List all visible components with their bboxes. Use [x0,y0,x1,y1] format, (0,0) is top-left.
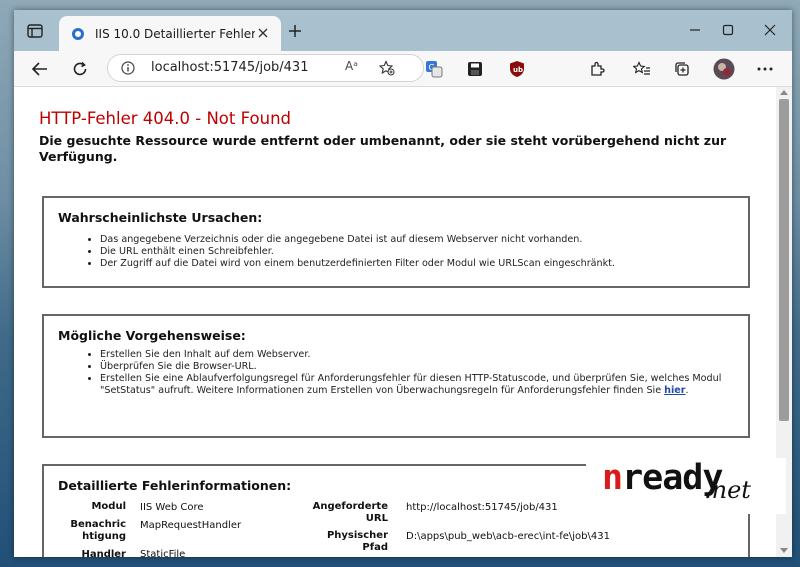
detail-key: Angeforderte URL [312,501,388,524]
list-item-end: . [685,385,689,396]
detail-key: Modul [91,501,126,512]
favorites-icon[interactable] [629,56,655,82]
actions-heading: Mögliche Vorgehensweise: [58,328,246,343]
scroll-up-icon[interactable] [780,90,788,95]
list-item: Das angegebene Verzeichnis oder die ange… [100,234,750,246]
more-menu-icon[interactable] [752,56,778,82]
detail-value: http://localhost:51745/job/431 [406,502,558,513]
detail-key: Handler [81,549,126,557]
url-text[interactable]: localhost:51745/job/431 [151,60,308,75]
address-bar[interactable]: localhost:51745/job/431 Aᵃ [107,54,424,82]
details-heading: Detaillierte Fehlerinformationen: [58,478,292,493]
causes-heading: Wahrscheinlichste Ursachen: [58,210,263,225]
error-subtitle: Die gesuchte Ressource wurde entfernt od… [39,133,727,164]
detail-key: Benachrichtigung [70,519,126,542]
ublock-icon[interactable]: ub [504,56,530,82]
close-window-icon[interactable] [756,18,784,42]
collections-icon[interactable] [669,56,695,82]
read-aloud-icon[interactable]: Aᵃ [345,59,358,73]
detail-value: IIS Web Core [140,502,204,513]
tab-title: IIS 10.0 Detaillierter Fehler - 404.0 - … [95,26,255,41]
watermark-logo: nready .net [586,458,786,514]
here-link[interactable]: hier [664,385,685,396]
svg-text:ub: ub [513,66,523,74]
detail-value: StaticFile [140,549,186,557]
globe-icon [72,27,84,40]
toolbar: localhost:51745/job/431 Aᵃ G ub [14,51,792,87]
list-item: Die URL enthält einen Schreibfehler. [100,246,750,258]
list-item: Überprüfen Sie die Browser-URL. [100,361,750,373]
watermark-suffix: .net [704,476,751,504]
causes-box: Wahrscheinlichste Ursachen: Das angegebe… [42,196,750,288]
scroll-thumb[interactable] [779,99,789,421]
profile-avatar[interactable] [711,56,737,82]
reload-icon[interactable] [67,56,93,82]
detail-value: D:\apps\pub_web\acb-erec\int-fe\job\431 [406,531,610,542]
minimize-icon[interactable] [681,18,709,42]
detail-key: Physischer Pfad [326,530,388,553]
list-item: Der Zugriff auf die Datei wird von einem… [100,258,750,270]
new-tab-icon[interactable] [284,20,306,42]
translate-icon[interactable]: G [421,56,447,82]
tab-active[interactable]: IIS 10.0 Detaillierter Fehler - 404.0 - … [59,16,281,51]
list-item: Erstellen Sie eine Ablaufverfolgungsrege… [100,373,750,397]
close-tab-icon[interactable] [255,25,271,41]
tab-strip: IIS 10.0 Detaillierter Fehler - 404.0 - … [14,10,792,51]
detail-value: MapRequestHandler [140,520,242,531]
actions-list: Erstellen Sie den Inhalt auf dem Webserv… [84,349,750,397]
add-favorite-icon[interactable] [377,58,397,78]
maximize-icon[interactable] [714,18,742,42]
info-icon[interactable] [120,60,136,76]
error-title: HTTP-Fehler 404.0 - Not Found [39,109,291,128]
list-item: Erstellen Sie den Inhalt auf dem Webserv… [100,349,750,361]
extensions-icon[interactable] [584,56,610,82]
scroll-down-icon[interactable] [780,548,788,553]
causes-list: Das angegebene Verzeichnis oder die ange… [84,234,750,270]
actions-box: Mögliche Vorgehensweise: Erstellen Sie d… [42,314,750,438]
save-extension-icon[interactable] [462,56,488,82]
list-item-text: Erstellen Sie eine Ablaufverfolgungsrege… [100,373,722,396]
tab-actions-icon[interactable] [22,20,48,42]
back-arrow-icon[interactable] [27,56,53,82]
